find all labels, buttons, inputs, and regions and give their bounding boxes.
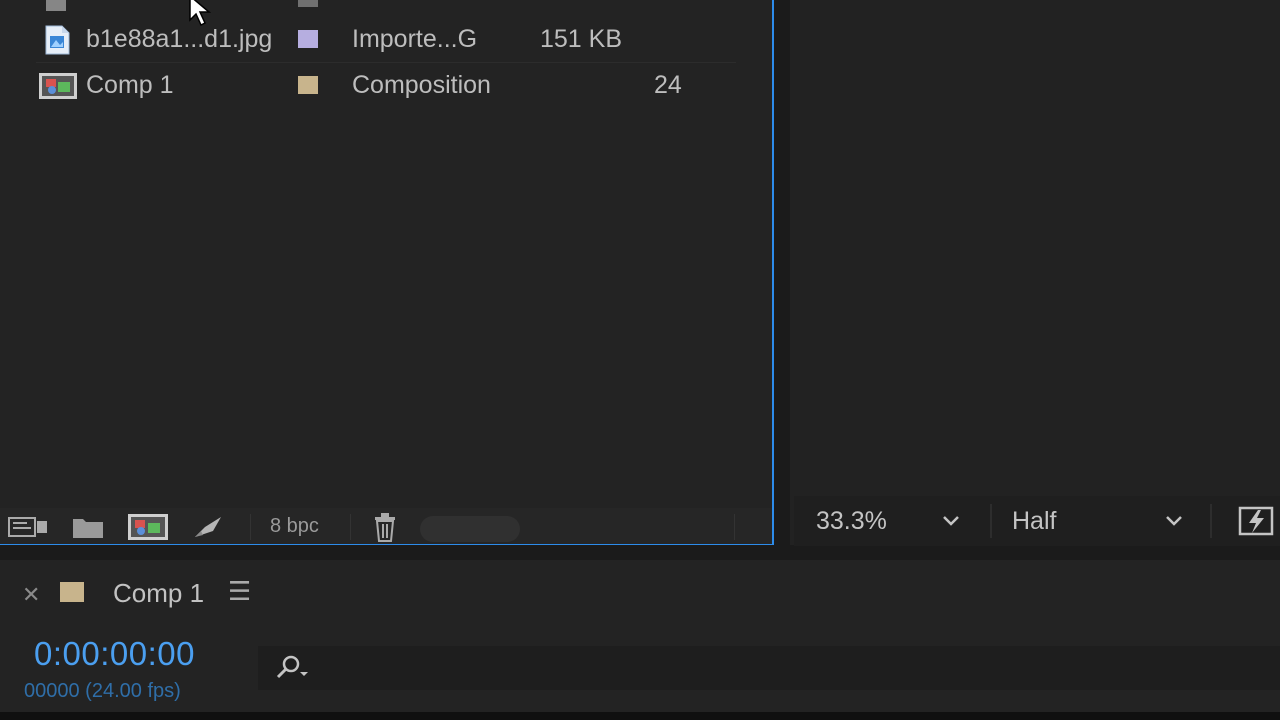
timeline-panel: ✕ Comp 1 ☰ 0:00:00:00 00000 (24.00 fps)	[0, 560, 1280, 720]
label-color-swatch[interactable]	[298, 0, 318, 7]
bottom-strip	[0, 712, 1280, 720]
project-item-name: b1e88a1...d1.jpg	[86, 24, 273, 53]
viewer-controls-bar: 33.3% Half	[794, 496, 1280, 546]
project-item-row[interactable]: Comp 1 Composition 24	[0, 63, 740, 107]
panel-menu-icon[interactable]: ☰	[228, 576, 251, 607]
label-color-swatch[interactable]	[298, 76, 318, 94]
timeline-tab[interactable]: ✕ Comp 1 ☰	[0, 560, 1280, 624]
project-panel-footer: 8 bpc	[0, 508, 772, 544]
magnification-value: 33.3%	[816, 506, 887, 535]
interpret-footage-icon	[8, 517, 47, 537]
footer-divider	[350, 514, 351, 540]
new-composition-icon	[128, 514, 168, 540]
project-item-row[interactable]: b1e88a1...d1.jpg Importe...G 151 KB	[0, 17, 740, 61]
project-item-type: Composition	[352, 70, 491, 99]
frame-fps-display: 00000 (24.00 fps)	[24, 680, 181, 702]
control-divider	[990, 504, 992, 538]
control-divider	[1210, 504, 1212, 538]
project-panel: b1e88a1...d1.jpg Importe...G 151 KB Comp…	[0, 0, 774, 545]
delete-button[interactable]	[368, 512, 402, 542]
project-item-size: 151 KB	[540, 24, 623, 53]
footer-divider	[250, 514, 251, 540]
project-item-name: Comp 1	[86, 70, 174, 99]
bit-depth-button[interactable]: 8 bpc	[270, 515, 319, 538]
timeline-tab-title: Comp 1	[113, 578, 205, 608]
rocket-icon	[195, 517, 221, 537]
image-file-icon	[38, 24, 76, 55]
composition-viewer[interactable]	[790, 0, 1280, 545]
comp-label-swatch	[60, 582, 84, 602]
label-color-swatch[interactable]	[298, 30, 318, 48]
horizontal-scrollbar[interactable]	[420, 516, 520, 542]
chevron-down-icon	[943, 516, 959, 526]
folder-icon	[73, 519, 103, 538]
fast-previews-button[interactable]	[1238, 502, 1276, 540]
resolution-dropdown[interactable]: Half	[1012, 502, 1184, 540]
after-effects-workspace: b1e88a1...d1.jpg Importe...G 151 KB Comp…	[0, 0, 1280, 720]
footer-divider	[734, 514, 735, 540]
current-time-display[interactable]: 0:00:00:00	[34, 635, 195, 673]
composition-icon	[38, 70, 77, 100]
project-item-frames: 24	[654, 70, 682, 99]
search-icon	[276, 655, 308, 679]
new-folder-button[interactable]	[70, 512, 106, 542]
project-item-type: Importe...G	[352, 24, 478, 53]
magnification-dropdown[interactable]: 33.3%	[816, 502, 961, 540]
chevron-down-icon	[1166, 516, 1183, 526]
interpret-footage-button[interactable]	[6, 512, 50, 542]
mouse-cursor-icon	[189, 0, 212, 27]
close-icon[interactable]: ✕	[22, 582, 40, 608]
timeline-search-input[interactable]	[258, 646, 1280, 690]
new-composition-button[interactable]	[126, 512, 170, 542]
fast-previews-icon	[1238, 506, 1274, 536]
trash-icon	[375, 513, 395, 542]
resolution-value: Half	[1012, 506, 1057, 535]
render-queue-button[interactable]	[190, 512, 226, 542]
file-icon	[38, 0, 76, 13]
